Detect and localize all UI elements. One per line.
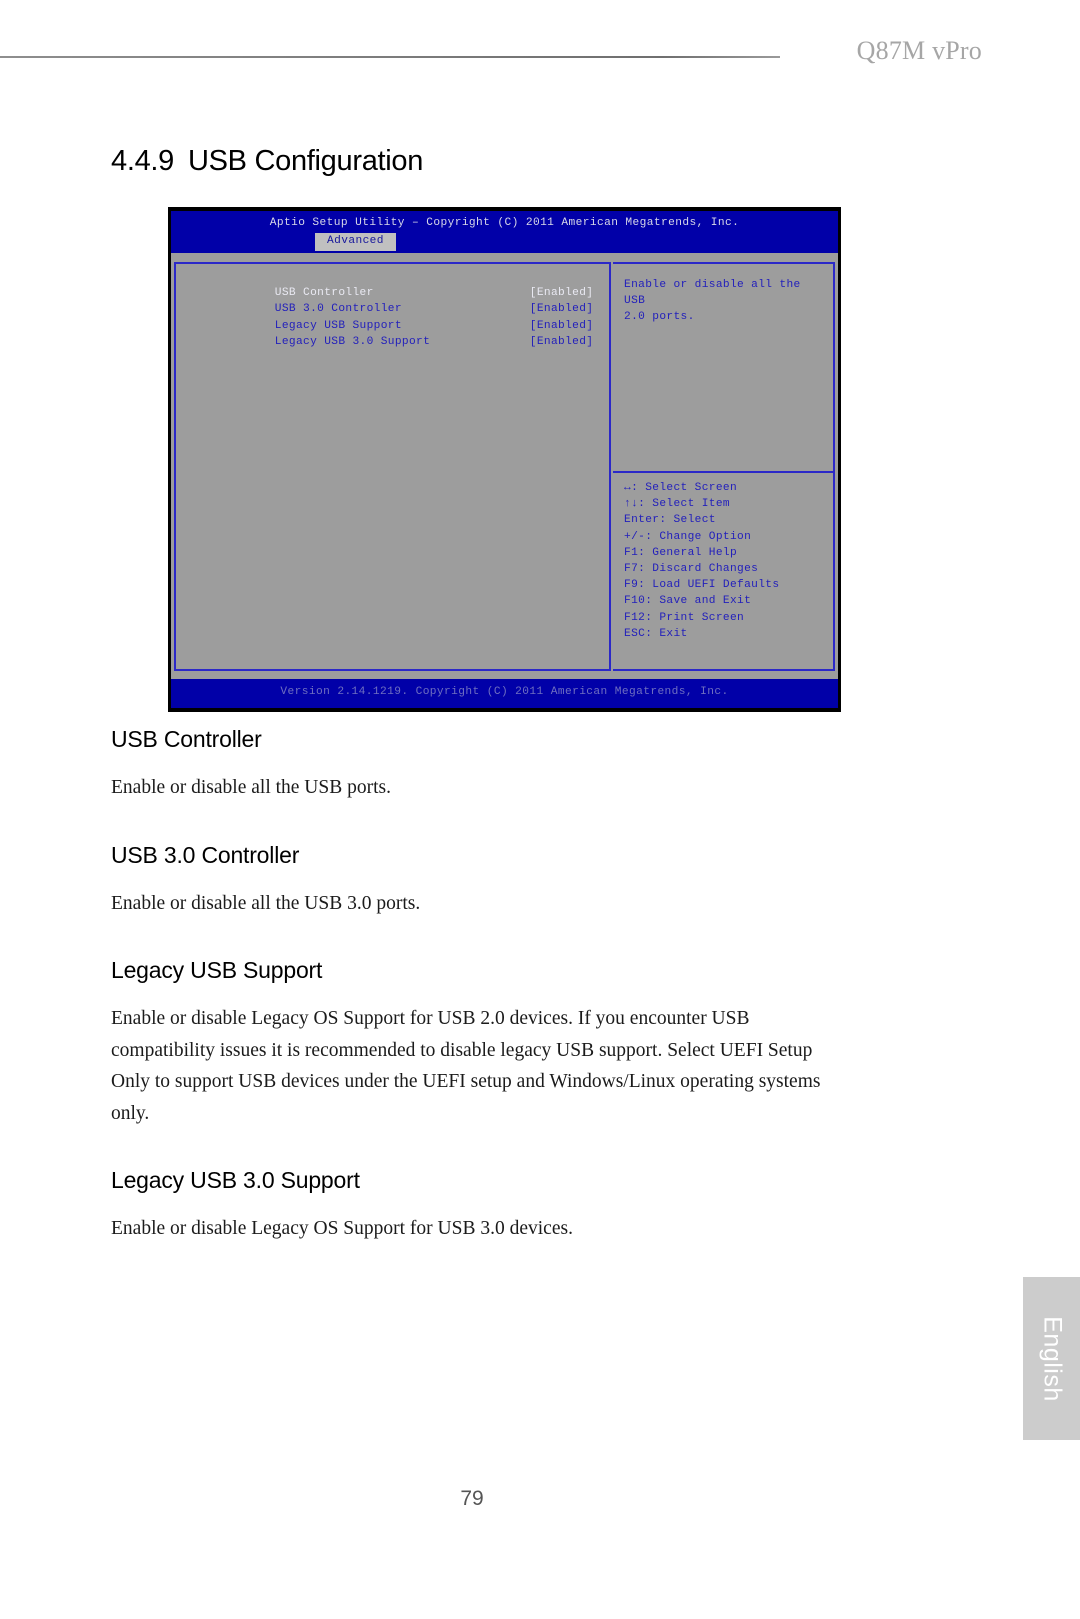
page-number: 79	[460, 1487, 484, 1510]
bios-settings-panel: USB Controller [Enabled] USB 3.0 Controll…	[174, 262, 611, 671]
bios-nav-keys: ↔: Select Screen ↑↓: Select Item Enter: …	[624, 482, 827, 645]
subheading-usb-30-controller: USB 3.0 Controller	[111, 841, 300, 868]
bios-titlebar: Aptio Setup Utility – Copyright (C) 2011…	[171, 211, 838, 253]
bios-help-panel: Enable or disable all the USB 2.0 ports.…	[613, 262, 835, 671]
bios-setting-label: Legacy USB 3.0 Support	[274, 335, 431, 348]
nav-key-load-defaults: F9: Load UEFI Defaults	[624, 579, 780, 592]
content-block-usb-30-controller: USB 3.0 Controller Enable or disable all…	[111, 842, 829, 920]
paragraph-legacy-usb-support: Enable or disable Legacy OS Support for …	[111, 1008, 821, 1124]
header-rule	[0, 56, 780, 58]
page-title: 4.4.9 USB Configuration	[111, 145, 423, 178]
paragraph-legacy-usb-30-support: Enable or disable Legacy OS Support for …	[111, 1218, 573, 1239]
content-block-legacy-usb-30-support: Legacy USB 3.0 Support Enable or disable…	[111, 1167, 829, 1245]
content-block-legacy-usb-support: Legacy USB Support Enable or disable Leg…	[111, 957, 829, 1129]
section-title: USB Configuration	[188, 145, 424, 177]
nav-key-select-screen: ↔: Select Screen	[624, 482, 738, 494]
subheading-legacy-usb-30-support: Legacy USB 3.0 Support	[111, 1167, 360, 1193]
nav-key-change-option: +/-: Change Option	[624, 530, 752, 543]
nav-key-save-and-exit: F10: Save and Exit	[624, 595, 752, 608]
section-number: 4.4.9	[111, 145, 174, 177]
nav-key-general-help: F1: General Help	[624, 546, 738, 559]
nav-key-discard-changes: F7: Discard Changes	[624, 562, 759, 575]
bios-setting-row[interactable]: USB 3.0 Controller [Enabled]	[190, 293, 601, 315]
bios-body: USB Controller [Enabled] USB 3.0 Controll…	[171, 253, 838, 679]
paragraph-usb-controller: Enable or disable all the USB ports.	[111, 777, 391, 798]
bios-title-text: Aptio Setup Utility – Copyright (C) 2011…	[269, 217, 740, 229]
bios-screen: Aptio Setup Utility – Copyright (C) 2011…	[171, 211, 838, 708]
bios-setting-row[interactable]: Legacy USB 3.0 Support [Enabled]	[190, 326, 601, 347]
bios-setting-row[interactable]: Legacy USB Support [Enabled]	[190, 309, 601, 331]
bios-version-text: Version 2.14.1219. Copyright (C) 2011 Am…	[280, 686, 729, 698]
subheading-legacy-usb-support: Legacy USB Support	[111, 957, 323, 983]
header-model-name: Q87M vPro	[856, 36, 982, 65]
bios-setting-row[interactable]: USB Controller [Enabled]	[190, 277, 601, 298]
bios-screenshot: Aptio Setup Utility – Copyright (C) 2011…	[168, 207, 841, 712]
nav-key-enter-select: Enter: Select	[624, 514, 716, 527]
nav-key-exit: ESC: Exit	[624, 627, 688, 640]
bios-settings-list: USB Controller [Enabled] USB 3.0 Controll…	[190, 277, 601, 347]
page-header: Q87M vPro	[0, 0, 1080, 110]
language-side-tab-label: English	[1038, 1315, 1066, 1402]
paragraph-usb-30-controller: Enable or disable all the USB 3.0 ports.	[111, 892, 421, 914]
subheading-usb-controller: USB Controller	[111, 726, 262, 752]
bios-help-text: Enable or disable all the USB 2.0 ports.	[624, 279, 801, 324]
bios-footer: Version 2.14.1219. Copyright (C) 2011 Am…	[171, 679, 838, 708]
bios-setting-value[interactable]: [Enabled]	[530, 336, 594, 348]
bios-help-divider	[613, 471, 833, 473]
document-content: USB Controller Enable or disable all the…	[111, 726, 829, 1245]
bios-tab-advanced[interactable]: Advanced	[315, 233, 396, 252]
nav-key-select-item: ↑↓: Select Item	[624, 498, 730, 511]
nav-key-print-screen: F12: Print Screen	[624, 611, 745, 624]
content-block-usb-controller: USB Controller Enable or disable all the…	[111, 726, 829, 804]
language-side-tab: English	[1023, 1277, 1080, 1440]
